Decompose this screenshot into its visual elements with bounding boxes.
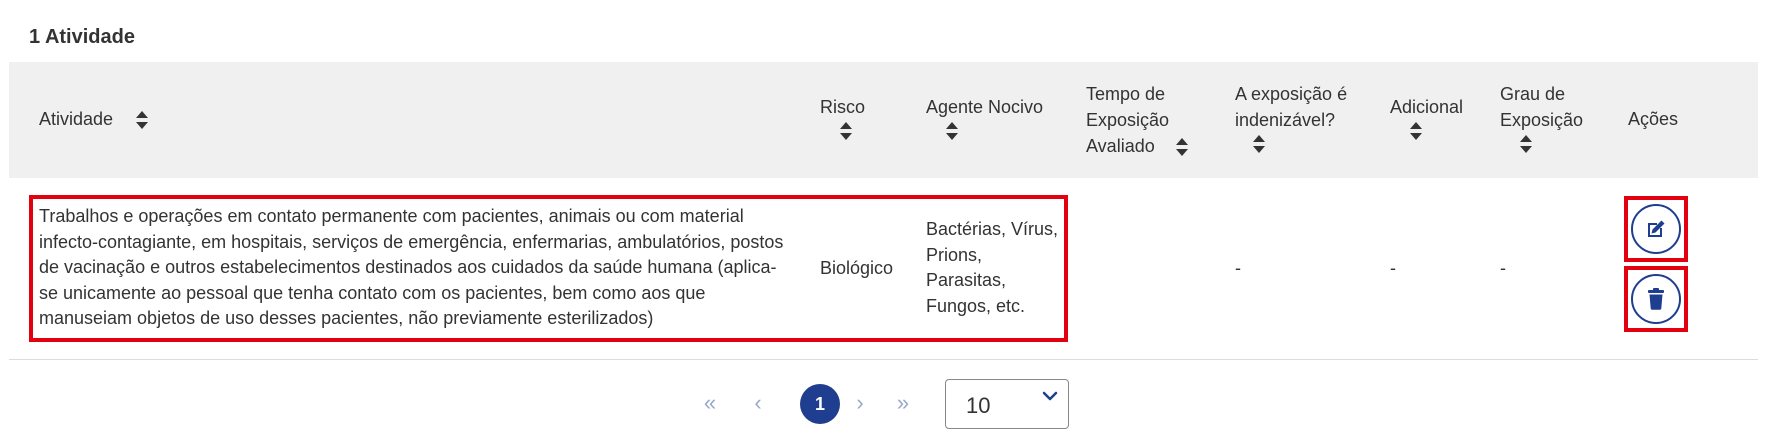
sort-icon[interactable] [1175,138,1188,157]
atividade-line: de vacinação e outros estabelecimentos d… [39,257,777,277]
header-risco-label: Risco [820,97,866,117]
atividade-line: se unicamente ao pessoal que tenha conta… [39,282,706,303]
header-indenizavel-label-1: A exposição é [1235,84,1348,104]
sort-icon[interactable] [136,111,149,130]
table-header [9,62,1758,178]
trash-icon [1648,288,1664,310]
sort-icon[interactable] [1520,135,1532,153]
activity-count-title: 1 Atividade [29,26,135,48]
header-grau-exposicao[interactable]: Grau de Exposição [1500,81,1583,153]
first-page-button[interactable]: « [695,379,725,427]
header-tempo-label-3: Avaliado [1086,136,1155,156]
table-bottom-divider [9,359,1758,360]
agente-line: Fungos, etc. [926,295,1026,316]
next-page-button[interactable]: › [848,379,872,427]
header-agente-label: Agente Nocivo [926,97,1044,117]
sort-icon[interactable] [840,122,852,140]
header-tempo-label-1: Tempo de [1086,84,1166,104]
cell-adicional: - [1390,258,1396,278]
edit-icon [1648,220,1665,237]
cell-risco: Biológico [820,258,894,278]
header-acoes: Ações [1628,109,1679,129]
atividade-line: infecto-contagiante, em hospitais, servi… [39,231,784,252]
agente-line: Bactérias, Vírus, [926,219,1059,239]
cell-indenizavel: - [1235,258,1241,278]
header-adicional-label: Adicional [1390,97,1464,117]
header-indenizavel[interactable]: A exposição é indenizável? [1235,81,1347,153]
edit-button[interactable] [1631,204,1681,254]
atividade-line: manuseiam objetos de uso desses paciente… [39,308,654,328]
current-page-button[interactable]: 1 [800,384,840,424]
header-risco[interactable]: Risco [820,94,865,140]
agente-line: Prions, [926,244,983,265]
agente-line: Parasitas, [926,270,1007,290]
header-atividade-label: Atividade [39,109,114,129]
last-page-button[interactable]: » [888,379,918,427]
sort-icon[interactable] [946,122,958,140]
sort-icon[interactable] [1253,135,1265,153]
prev-page-button[interactable]: ‹ [746,379,770,427]
header-atividade[interactable]: Atividade [39,106,149,132]
header-tempo-label-2: Exposição [1086,110,1170,130]
sort-icon[interactable] [1410,122,1422,140]
delete-button[interactable] [1631,274,1681,324]
header-grau-label-2: Exposição [1500,110,1584,130]
atividade-line: Trabalhos e operações em contato permane… [39,206,744,226]
header-indenizavel-label-2: indenizável? [1235,110,1336,130]
page-size-select[interactable]: 10 [945,379,1069,429]
header-tempo-line-3: Avaliado [1086,133,1188,159]
cell-agente-nocivo: Bactérias, Vírus, Prions, Parasitas, Fun… [926,217,1058,319]
cell-atividade: Trabalhos e operações em contato permane… [39,204,829,332]
header-grau-label-1: Grau de [1500,84,1566,104]
header-adicional[interactable]: Adicional [1390,94,1463,140]
header-tempo-exposicao[interactable]: Tempo de Exposição Avaliado [1086,81,1188,159]
header-agente-nocivo[interactable]: Agente Nocivo [926,94,1043,140]
cell-grau-exposicao: - [1500,258,1506,278]
chevron-down-icon [1042,391,1058,401]
page-size-value: 10 [966,393,991,418]
